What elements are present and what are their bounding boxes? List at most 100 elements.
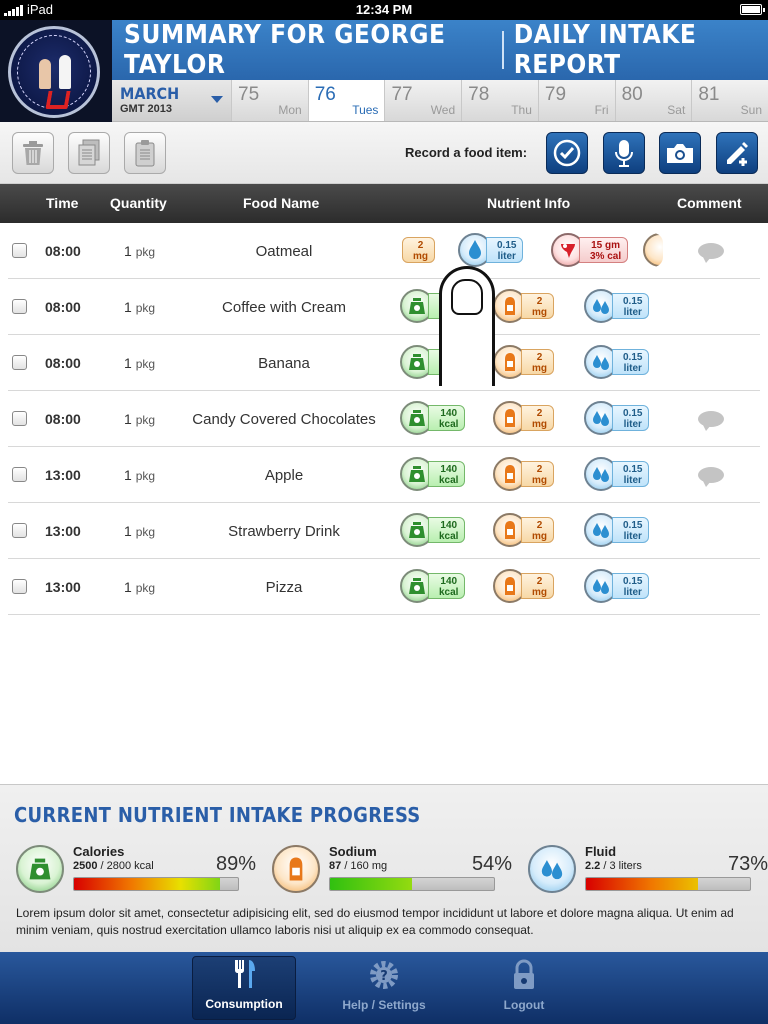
day-label: Tues (352, 103, 379, 117)
protein-value: 15 gm 3% cal (579, 237, 629, 263)
row-quantity: 1 pkg (124, 299, 156, 315)
row-checkbox[interactable] (12, 467, 27, 482)
table-row[interactable]: 08:00 1 pkg Candy Covered Chocolates 140… (8, 391, 760, 447)
status-time: 12:34 PM (355, 2, 413, 17)
fluid-badge[interactable]: 0.15 liter (584, 513, 650, 547)
table-row[interactable]: 13:00 1 pkg Strawberry Drink 140 kcal 2 mg… (8, 503, 760, 559)
day-76-selected[interactable]: 76 Tues (308, 80, 386, 121)
day-79[interactable]: 79 Fri (539, 80, 616, 121)
edit-add-icon (727, 142, 748, 166)
tab-label: Logout (503, 998, 545, 1012)
sodium-badge[interactable]: 2 mg (493, 457, 554, 491)
row-quantity: 1 pkg (124, 467, 156, 483)
row-time: 13:00 (45, 579, 81, 595)
tab-help-settings[interactable]: ? Help / Settings (332, 956, 436, 1020)
chevron-down-icon (211, 96, 223, 103)
sodium-badge[interactable]: 2 mg (402, 233, 435, 267)
fluid-badge[interactable]: 0.15 liter (584, 457, 650, 491)
voice-record-button[interactable] (603, 132, 645, 174)
paste-button[interactable] (124, 132, 166, 174)
sodium-badge[interactable]: 2 mg (493, 289, 554, 323)
row-food-name: Strawberry Drink (228, 523, 340, 540)
tab-bar: Consumption ? Help / Settings Logout (0, 952, 768, 1024)
day-78[interactable]: 78 Thu (462, 80, 539, 121)
camera-icon (667, 144, 693, 163)
status-bar: iPad 12:34 PM (0, 0, 768, 20)
table-row[interactable]: 08:00 1 pkg Oatmeal 2 mg 0.15 liter 15 gm 3… (8, 223, 760, 279)
salt-shaker-icon (272, 845, 320, 893)
table-row[interactable]: 13:00 1 pkg Apple 140 kcal 2 mg 0.15 liter (8, 447, 760, 503)
row-quantity: 1 pkg (124, 355, 156, 371)
calories-badge[interactable]: 140kcal (400, 457, 466, 491)
nutrient-badge-partial[interactable] (643, 233, 663, 267)
progress-description: Lorem ipsum dolor sit amet, consectetur … (16, 906, 734, 937)
table-row[interactable]: 08:00 1 pkg Coffee with Cream 140kcal 2m… (8, 279, 760, 335)
header: SUMMARY FOR GEORGE TAYLOR DAILY INTAKE R… (0, 20, 768, 122)
sodium-progress: Sodium 87 / 160 mg 54% (272, 843, 512, 893)
battery-icon (740, 4, 765, 15)
record-food-label: Record a food item: (405, 145, 528, 160)
day-80[interactable]: 80 Sat (616, 80, 693, 121)
row-checkbox[interactable] (12, 299, 27, 314)
fluid-progress: Fluid 2.2 / 3 liters 73% (528, 843, 768, 893)
tab-logout[interactable]: Logout (472, 956, 576, 1020)
day-75[interactable]: 75 Mon (232, 80, 309, 121)
confirm-button[interactable] (546, 132, 588, 174)
sodium-value: 2 mg (521, 461, 554, 487)
camera-button[interactable] (659, 132, 701, 174)
calories-progress: Calories 2500 / 2800 kcal 89% (16, 843, 256, 893)
calories-value: 140kcal (428, 573, 466, 599)
fluid-badge[interactable]: 0.15 liter (584, 289, 650, 323)
tab-consumption[interactable]: Consumption (192, 956, 296, 1020)
table-row[interactable]: 08:00 1 pkg Banana 140kcal 2mg 0.15liter (8, 335, 760, 391)
month-dropdown[interactable]: MARCH GMT 2013 (112, 80, 232, 121)
mission-seal-icon (8, 26, 100, 118)
row-food-name: Banana (258, 355, 310, 372)
day-label: Mon (278, 103, 302, 117)
fluid-badge[interactable]: 0.15 liter (584, 345, 650, 379)
calories-badge[interactable]: 140kcal (400, 569, 466, 603)
day-81[interactable]: 81 Sun (692, 80, 768, 121)
fluid-value: 0.15 liter (486, 237, 524, 263)
row-quantity: 1 pkg (124, 411, 156, 427)
sodium-badge[interactable]: 2 mg (493, 569, 554, 603)
comment-icon[interactable] (698, 243, 724, 263)
comment-icon[interactable] (698, 467, 724, 487)
sodium-badge[interactable]: 2 mg (493, 345, 554, 379)
sodium-badge[interactable]: 2 mg (493, 513, 554, 547)
row-checkbox[interactable] (12, 243, 27, 258)
progress-name: Sodium (329, 844, 377, 859)
page-title: SUMMARY FOR GEORGE TAYLOR (124, 20, 446, 80)
fluid-badge[interactable]: 0.15 liter (584, 401, 650, 435)
gear-icon: ? (367, 958, 401, 992)
delete-button[interactable] (12, 132, 54, 174)
sodium-badge[interactable]: 2 mg (493, 401, 554, 435)
row-checkbox[interactable] (12, 411, 27, 426)
calories-badge[interactable]: 140kcal (400, 401, 466, 435)
progress-bar (585, 877, 751, 891)
row-time: 13:00 (45, 467, 81, 483)
calories-badge[interactable]: 140kcal (400, 513, 466, 547)
day-77[interactable]: 77 Wed (385, 80, 463, 121)
row-checkbox[interactable] (12, 355, 27, 370)
fluid-badge[interactable]: 0.15 liter (458, 233, 524, 267)
comment-icon[interactable] (698, 411, 724, 431)
fluid-value: 0.15 liter (612, 349, 650, 375)
manual-entry-button[interactable] (716, 132, 758, 174)
copy-button[interactable] (68, 132, 110, 174)
row-checkbox[interactable] (12, 579, 27, 594)
fluid-badge[interactable]: 0.15 liter (584, 569, 650, 603)
col-comment: Comment (677, 195, 742, 211)
table-row[interactable]: 13:00 1 pkg Pizza 140 kcal 2 mg 0.15 liter (8, 559, 760, 615)
day-label: Sun (740, 103, 763, 117)
day-number: 79 (544, 84, 567, 105)
day-label: Thu (511, 103, 532, 117)
progress-name: Fluid (585, 844, 617, 859)
sodium-value: 2 mg (521, 573, 554, 599)
fluid-value: 0.15 liter (612, 405, 650, 431)
row-checkbox[interactable] (12, 523, 27, 538)
protein-badge[interactable]: 15 gm 3% cal (551, 233, 629, 267)
day-number: 78 (468, 84, 490, 105)
microphone-icon (615, 140, 633, 167)
check-icon (553, 139, 581, 167)
